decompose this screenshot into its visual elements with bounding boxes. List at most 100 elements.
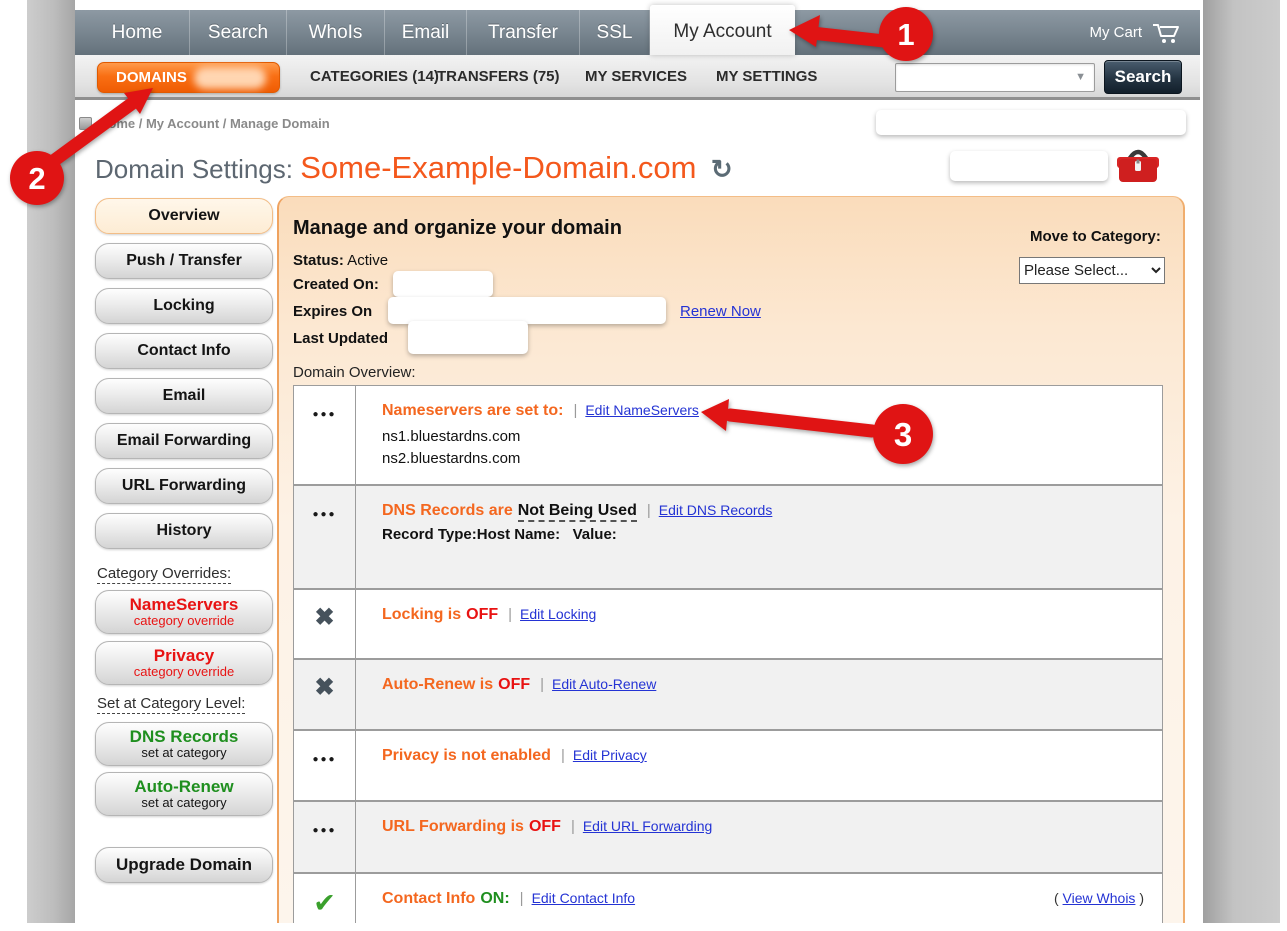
redacted-value-box [950,151,1108,181]
dots-icon: ●●● [294,802,356,872]
combobox-dropdown-icon[interactable]: ▼ [1075,71,1086,83]
sidebar-item-dns-records-category[interactable]: DNS Records set at category [95,722,273,766]
sidebar-item-email-forwarding[interactable]: Email Forwarding [95,423,273,459]
refresh-icon[interactable]: ↻ [711,154,733,184]
row-title: Nameservers are set to: [382,402,563,419]
row-status: OFF [466,606,498,623]
page-icon [79,117,92,130]
my-cart[interactable]: My Cart [1090,10,1183,55]
edit-locking-link[interactable]: Edit Locking [520,606,596,622]
renew-now-link-wrap: Renew Now [680,303,761,320]
domains-label: DOMAINS [116,69,187,86]
row-body: Auto-Renew is OFF | Edit Auto-Renew [356,660,1162,729]
status-label: Status: [293,252,344,269]
domain-search-combobox[interactable]: ▼ [895,63,1095,92]
subnav-categories[interactable]: CATEGORIES (14) [310,68,439,85]
view-whois-link[interactable]: View Whois [1063,890,1136,906]
edit-contact-info-link[interactable]: Edit Contact Info [532,890,636,906]
renew-now-link[interactable]: Renew Now [680,303,761,320]
last-updated-label: Last Updated [293,330,388,347]
category-overrides-label: Category Overrides: [97,565,231,584]
separator: | [520,890,524,907]
category-title: DNS Records [96,727,272,746]
category-subtitle: set at category [96,746,272,760]
tab-ssl[interactable]: SSL [580,10,650,55]
row-title: Locking is [382,606,461,623]
sidebar-item-push-transfer[interactable]: Push / Transfer [95,243,273,279]
table-row-auto-renew: ✖ Auto-Renew isOFF|Edit Auto-Renew [294,658,1162,729]
subnav-my-settings[interactable]: MY SETTINGS [716,68,817,85]
category-subtitle: set at category [96,796,272,810]
table-row-url-forwarding: ●●● URL Forwarding isOFF|Edit URL Forwar… [294,800,1162,872]
breadcrumb-path[interactable]: Home / My Account / Manage Domain [99,116,330,131]
paren-open: ( [1054,890,1063,906]
move-to-category-select[interactable]: Please Select... [1019,257,1165,284]
edit-auto-renew-link[interactable]: Edit Auto-Renew [552,676,656,692]
redacted-value-box [388,297,666,324]
sidebar-item-nameservers-override[interactable]: NameServers category override [95,590,273,634]
row-title: Contact Info [382,890,475,907]
row-title: Auto-Renew is [382,676,493,693]
status-line: Status: Active [293,252,388,269]
redacted-domain-count [194,67,266,89]
table-row-privacy: ●●● Privacy is not enabled|Edit Privacy [294,729,1162,800]
upgrade-domain-button[interactable]: Upgrade Domain [95,847,273,883]
tab-search[interactable]: Search [190,10,287,55]
separator: | [571,818,575,835]
row-status: OFF [498,676,530,693]
sidebar-item-url-forwarding[interactable]: URL Forwarding [95,468,273,504]
override-title: NameServers [96,595,272,614]
edit-dns-records-link[interactable]: Edit DNS Records [659,502,773,518]
tab-my-account[interactable]: My Account [650,5,795,55]
row-body: Nameservers are set to: | Edit NameServers… [356,386,1162,484]
sidebar-item-overview[interactable]: Overview [95,198,273,234]
check-glyph: ✔ [313,888,336,918]
redacted-value-box [393,271,493,297]
cart-icon [1152,21,1182,45]
nameserver-2: ns2.bluestardns.com [382,448,1142,470]
separator: | [647,502,651,519]
dots-icon: ●●● [294,386,356,484]
created-on-label: Created On: [293,276,379,293]
separator: | [573,402,577,419]
dns-record-headers: Record Type:Host Name: Value: [382,526,1142,543]
sidebar-item-auto-renew-category[interactable]: Auto-Renew set at category [95,772,273,816]
row-body: URL Forwarding isOFF|Edit URL Forwarding [356,802,1162,872]
tab-whois[interactable]: WhoIs [287,10,385,55]
domain-overview-label: Domain Overview: [293,364,416,381]
row-status: ON: [480,890,509,907]
sidebar-item-email[interactable]: Email [95,378,273,414]
row-title: Privacy is not enabled [382,747,551,764]
breadcrumb[interactable]: Home / My Account / Manage Domain [79,116,330,131]
tab-transfer[interactable]: Transfer [467,10,580,55]
separator: | [508,606,512,623]
separator: | [540,676,544,693]
expires-on-label: Expires On [293,303,372,320]
sidebar-item-locking[interactable]: Locking [95,288,273,324]
tab-home[interactable]: Home [85,10,190,55]
sidebar-item-contact-info[interactable]: Contact Info [95,333,273,369]
table-row-nameservers: ●●● Nameservers are set to: | Edit NameSer… [294,386,1162,484]
search-button[interactable]: Search [1104,60,1182,94]
edit-url-forwarding-link[interactable]: Edit URL Forwarding [583,818,712,834]
edit-privacy-link[interactable]: Edit Privacy [573,747,647,763]
domain-name: Some-Example-Domain.com [300,150,696,185]
override-subtitle: category override [96,614,272,628]
tab-email[interactable]: Email [385,10,467,55]
right-gutter [1203,0,1280,923]
edit-nameservers-link[interactable]: Edit NameServers [585,402,699,418]
x-glyph: ✖ [314,604,334,631]
subnav-my-services[interactable]: MY SERVICES [585,68,687,85]
set-at-category-label: Set at Category Level: [97,695,245,714]
x-icon: ✖ [294,590,356,658]
dots-glyph: ●●● [312,509,336,520]
toolbox-icon[interactable] [1114,144,1162,186]
subnav-domains-button[interactable]: DOMAINS [97,62,280,93]
subnav-transfers[interactable]: TRANSFERS (75) [437,68,560,85]
sidebar-item-history[interactable]: History [95,513,273,549]
title-prefix: Domain Settings: [95,154,300,184]
table-row-dns-records: ●●● DNS Records areNot Being Used|Edit D… [294,484,1162,588]
view-whois-wrap: ( View Whois ) [1054,890,1144,906]
sidebar-item-privacy-override[interactable]: Privacy category override [95,641,273,685]
dots-icon: ●●● [294,486,356,588]
